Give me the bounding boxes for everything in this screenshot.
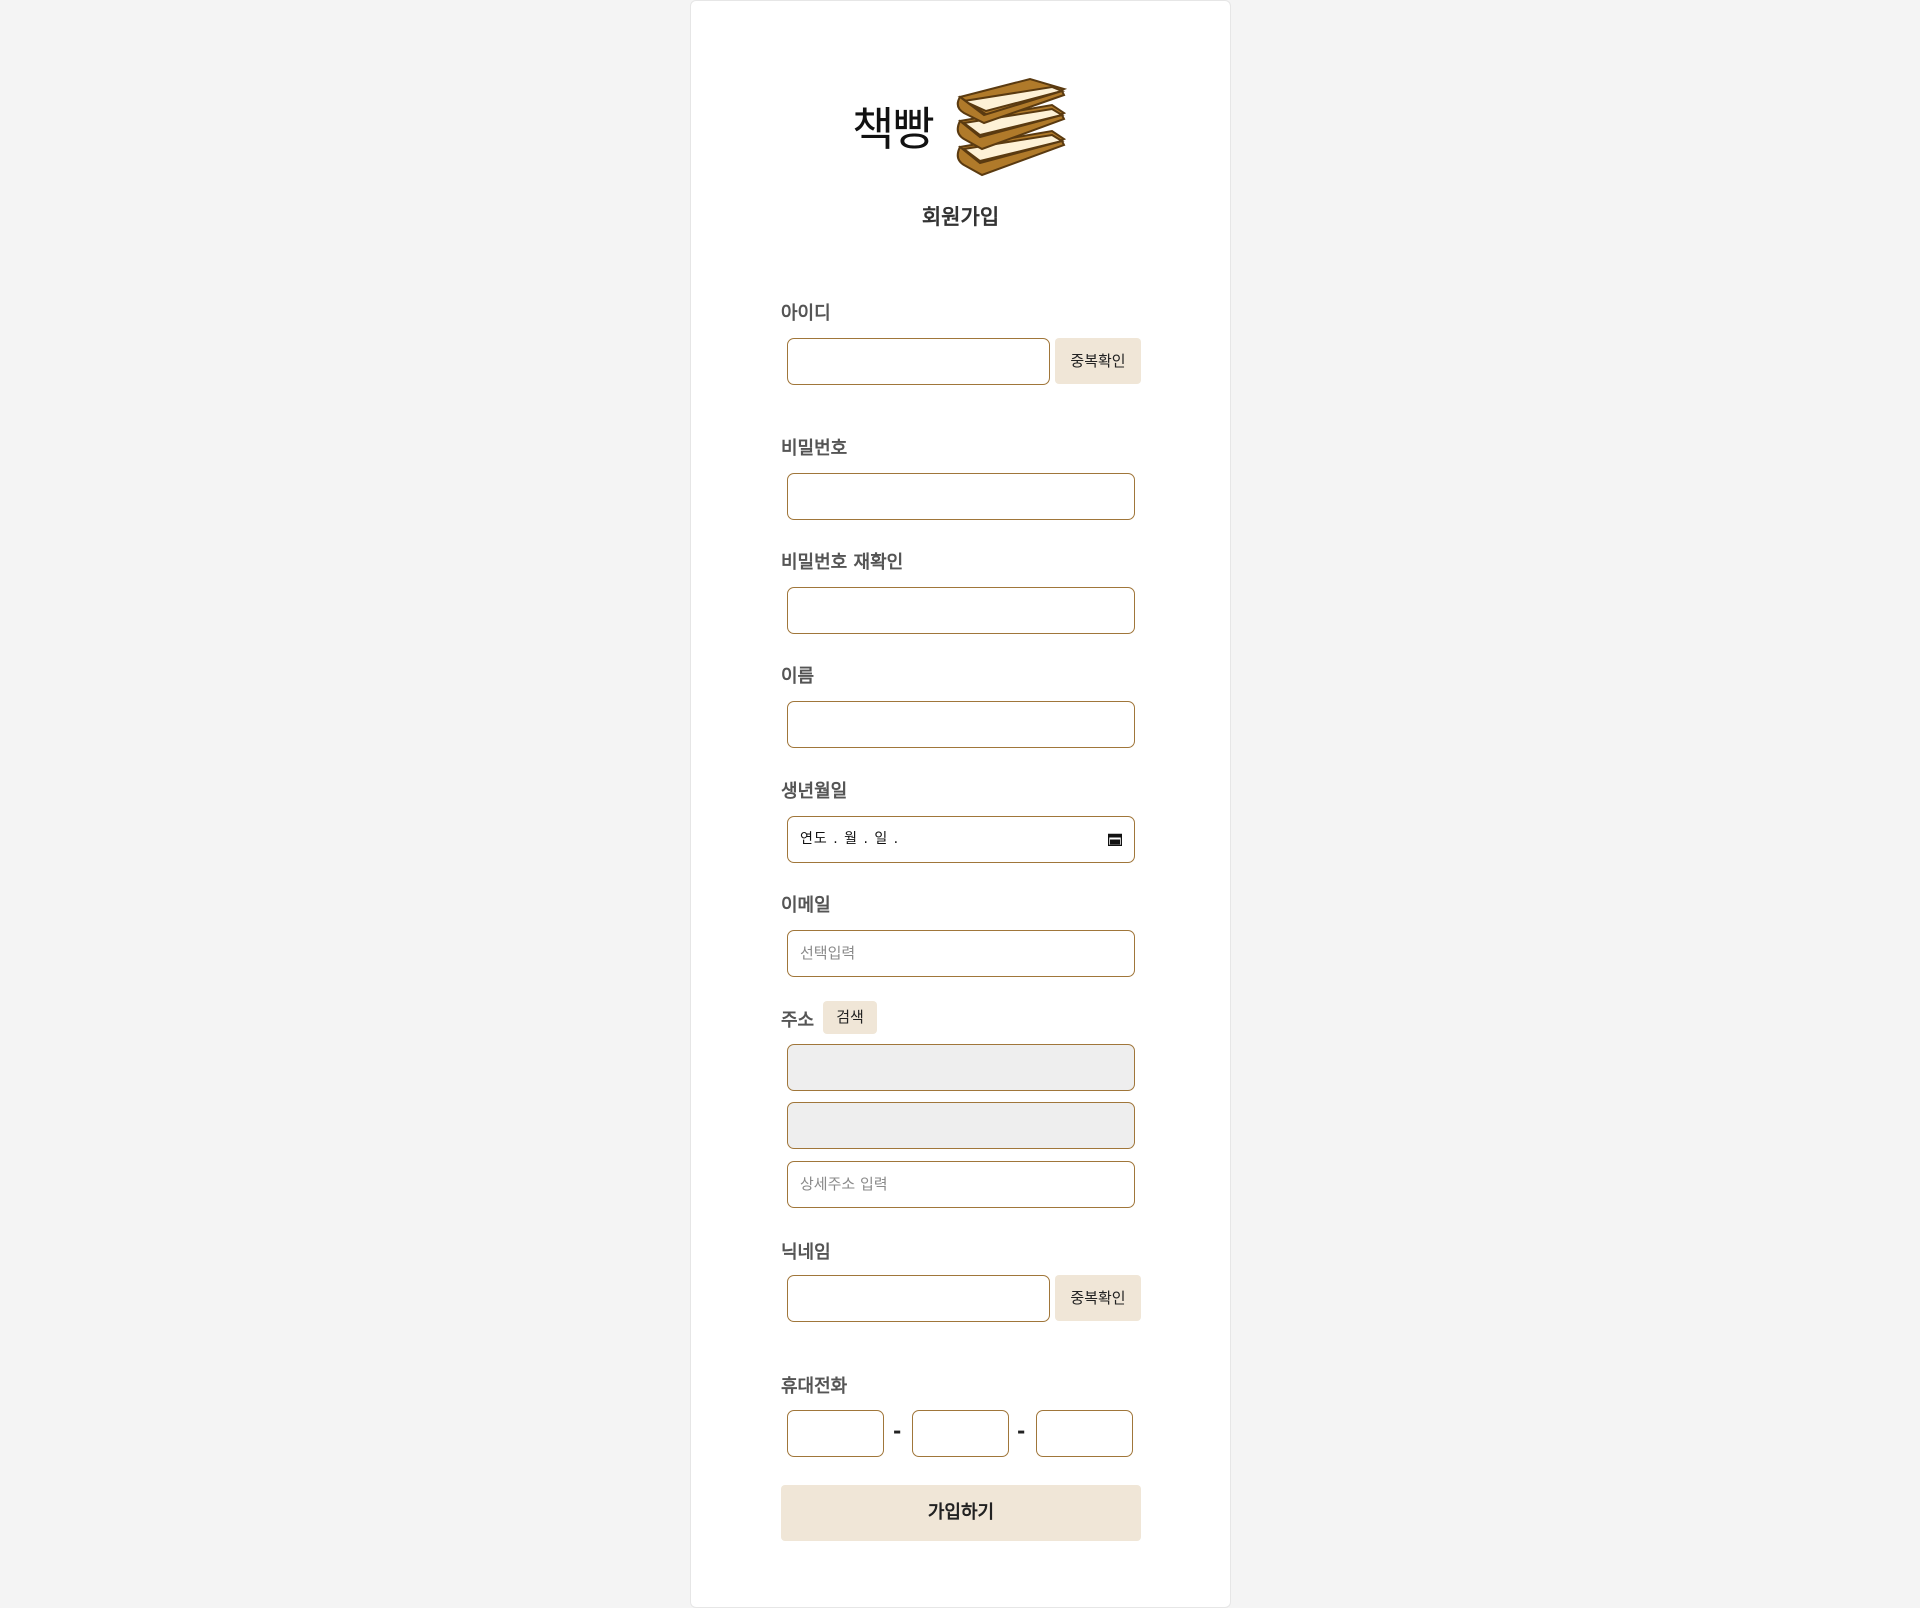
nickname-label: 닉네임 [781, 1242, 831, 1263]
birth-date-placeholder: 연도 . 월 . 일 . [800, 831, 900, 847]
phone-label: 휴대전화 [781, 1376, 848, 1397]
email-input[interactable]: 선택입력 [787, 930, 1135, 977]
postcode-input [787, 1044, 1135, 1091]
id-input[interactable] [787, 338, 1050, 385]
book-stack-icon [956, 77, 1068, 177]
birth-label: 생년월일 [781, 781, 848, 802]
password-confirm-label: 비밀번호 재확인 [781, 552, 904, 573]
password-input[interactable] [787, 473, 1135, 520]
address-detail-input[interactable]: 상세주소 입력 [787, 1161, 1135, 1208]
id-label: 아이디 [781, 303, 831, 324]
nickname-duplicate-check-button[interactable]: 중복확인 [1055, 1275, 1141, 1321]
phone-separator: - [893, 1419, 902, 1443]
page-title: 회원가입 [921, 205, 1000, 229]
signup-card: 책빵 회원가입 아이디 중복확인 비밀번호 비밀번호 재확인 이름 생년월일 연… [690, 0, 1231, 1608]
address-label: 주소 [781, 1010, 815, 1031]
address-input [787, 1102, 1135, 1149]
calendar-icon[interactable] [1108, 833, 1122, 846]
email-label: 이메일 [781, 895, 831, 916]
id-duplicate-check-button[interactable]: 중복확인 [1055, 338, 1141, 384]
signup-submit-button[interactable]: 가입하기 [781, 1485, 1141, 1541]
birth-date-input[interactable]: 연도 . 월 . 일 . [787, 816, 1135, 863]
name-input[interactable] [787, 701, 1135, 748]
name-label: 이름 [781, 666, 815, 687]
address-detail-placeholder: 상세주소 입력 [800, 1175, 888, 1193]
email-placeholder: 선택입력 [800, 944, 856, 962]
logo-text: 책빵 [852, 102, 935, 156]
phone-input-1[interactable] [787, 1410, 884, 1457]
nickname-input[interactable] [787, 1275, 1050, 1322]
password-label: 비밀번호 [781, 438, 848, 459]
phone-input-3[interactable] [1036, 1410, 1133, 1457]
password-confirm-input[interactable] [787, 587, 1135, 634]
phone-separator: - [1017, 1419, 1026, 1443]
address-search-button[interactable]: 검색 [823, 1001, 877, 1034]
phone-input-2[interactable] [912, 1410, 1009, 1457]
logo: 책빵 [852, 73, 1082, 183]
